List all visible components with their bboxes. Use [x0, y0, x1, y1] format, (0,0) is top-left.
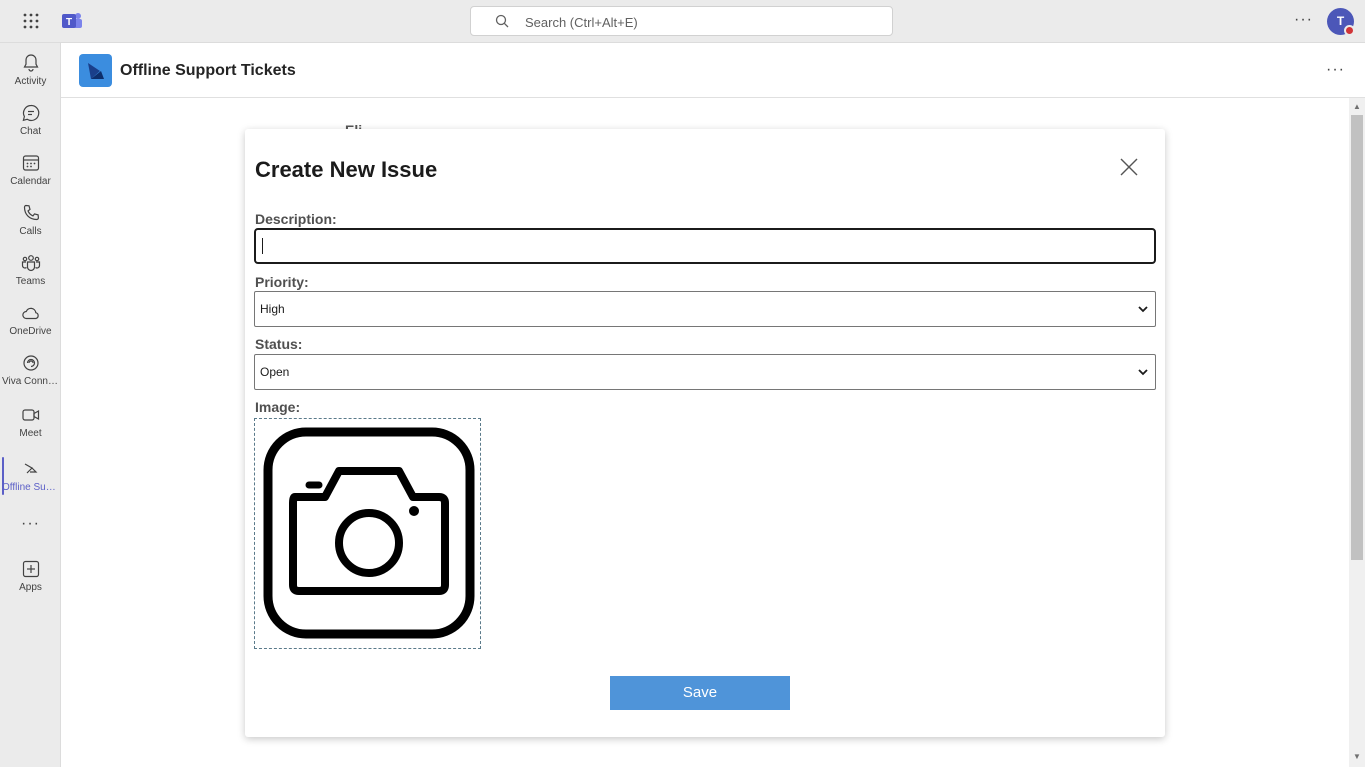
rail-item-label: Calendar — [10, 176, 51, 187]
scrollbar[interactable]: ▲ ▼ — [1349, 98, 1365, 767]
rail-item-label: Teams — [15, 276, 46, 287]
rail-item-offline-support[interactable]: Offline Sup... — [0, 451, 61, 501]
waffle-icon[interactable] — [22, 12, 40, 30]
rail-item-meet[interactable]: Meet — [0, 397, 61, 447]
phone-icon — [23, 204, 39, 221]
avatar-initial: T — [1336, 14, 1345, 28]
rail-item-label: Apps — [19, 582, 42, 593]
rail-item-label: Activity — [14, 76, 47, 87]
calendar-icon — [22, 155, 39, 171]
teams-icon — [21, 255, 40, 272]
rail-item-calendar[interactable]: Calendar — [0, 145, 61, 195]
app-header: Offline Support Tickets ··· — [61, 43, 1365, 98]
search-box[interactable]: Search (Ctrl+Alt+E) — [470, 6, 893, 36]
search-placeholder: Search (Ctrl+Alt+E) — [525, 15, 638, 30]
search-icon — [495, 14, 509, 28]
app-logo-icon — [79, 54, 112, 87]
description-label: Description: — [255, 211, 337, 227]
image-label: Image: — [255, 399, 301, 415]
more-options-icon[interactable]: ··· — [1294, 11, 1313, 29]
app-icon — [24, 463, 37, 474]
presence-busy-icon — [1344, 25, 1355, 36]
priority-value: High — [260, 302, 285, 316]
app-title: Offline Support Tickets — [120, 62, 296, 79]
scrollbar-thumb[interactable] — [1351, 115, 1363, 560]
save-button[interactable]: Save — [610, 676, 790, 710]
rail-item-label: Meet — [19, 428, 42, 439]
description-input[interactable] — [254, 228, 1156, 264]
rail-item-calls[interactable]: Calls — [0, 195, 61, 245]
top-bar: T Search (Ctrl+Alt+E) ··· T — [0, 0, 1365, 43]
chevron-down-icon — [1138, 369, 1148, 376]
rail-item-label: Chat — [19, 126, 42, 137]
chevron-down-icon — [1138, 306, 1148, 313]
svg-text:T: T — [66, 17, 72, 28]
scroll-down-icon[interactable]: ▼ — [1353, 752, 1361, 761]
rail-item-activity[interactable]: Activity — [0, 45, 61, 95]
dialog-title: Create New Issue — [255, 157, 438, 182]
rail-item-label: Viva Conne... — [2, 376, 61, 387]
close-icon[interactable] — [1119, 157, 1139, 177]
add-apps-icon — [22, 560, 39, 578]
status-label: Status: — [255, 336, 303, 352]
rail-item-label: Offline Sup... — [2, 482, 60, 493]
rail-item-apps[interactable]: Apps — [0, 551, 61, 601]
avatar[interactable]: T — [1327, 8, 1355, 36]
video-icon — [21, 409, 39, 421]
status-select[interactable]: Open — [254, 354, 1156, 390]
rail-item-label: OneDrive — [9, 326, 52, 337]
scroll-up-icon[interactable]: ▲ — [1353, 102, 1361, 111]
app-more-icon[interactable]: ··· — [1326, 61, 1345, 79]
rail-item-onedrive[interactable]: OneDrive — [0, 295, 61, 345]
viva-icon — [22, 355, 39, 371]
bell-icon — [22, 54, 39, 72]
rail-more-icon[interactable]: ··· — [0, 515, 61, 533]
text-caret — [262, 238, 263, 254]
status-value: Open — [260, 365, 290, 379]
left-rail: Activity Chat Calendar Calls Teams OneDr… — [0, 43, 61, 767]
chat-icon — [22, 104, 39, 122]
rail-item-chat[interactable]: Chat — [0, 95, 61, 145]
image-upload-area[interactable] — [254, 418, 481, 649]
teams-logo-icon: T — [62, 13, 82, 28]
priority-select[interactable]: High — [254, 291, 1156, 327]
create-issue-dialog: Create New Issue Description: Priority: … — [245, 129, 1165, 737]
priority-label: Priority: — [255, 274, 309, 290]
rail-item-label: Calls — [19, 226, 42, 237]
rail-item-viva[interactable]: Viva Conne... — [0, 345, 61, 395]
cloud-icon — [21, 307, 39, 320]
rail-item-teams[interactable]: Teams — [0, 245, 61, 295]
camera-icon — [263, 427, 475, 639]
